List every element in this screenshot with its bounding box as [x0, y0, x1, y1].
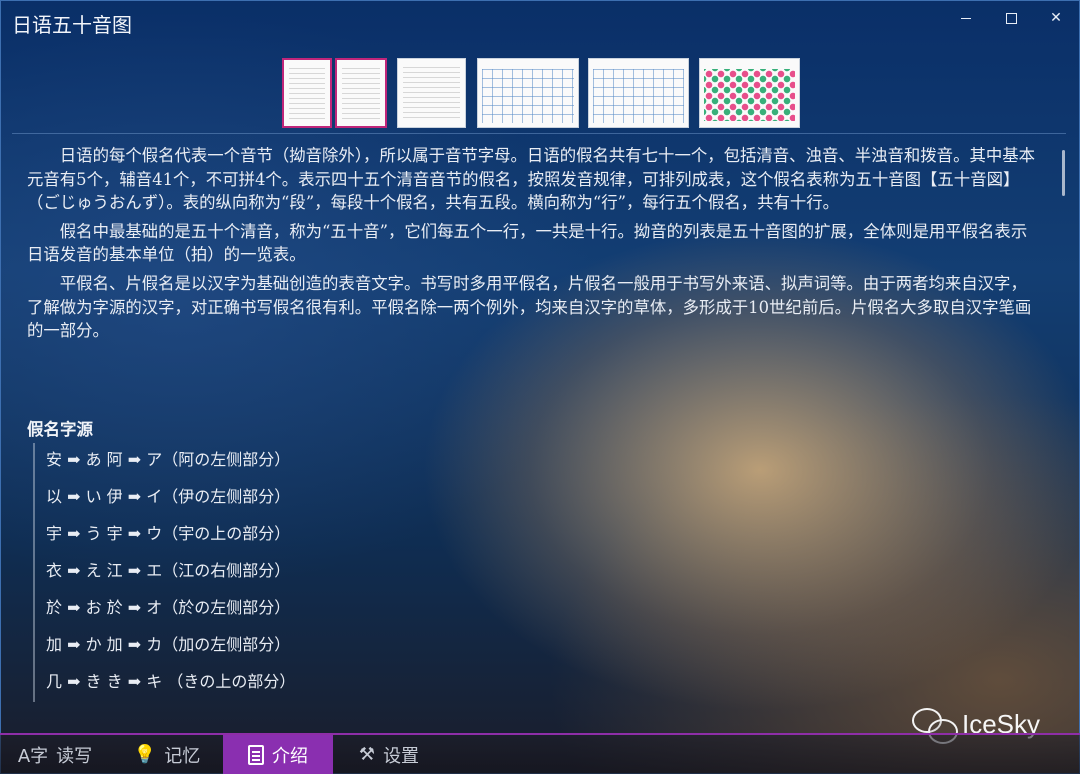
tab-label: 记忆 [164, 745, 201, 767]
tab-label: 设置 [383, 745, 420, 767]
origin-text: 安 ➡ あ 阿 ➡ ア（阿の左侧部分） [46, 450, 291, 469]
list-item: 安 ➡ あ 阿 ➡ ア（阿の左侧部分） [33, 443, 413, 480]
tools-icon: ⚒ [358, 744, 376, 765]
window-title: 日语五十音图 [12, 13, 132, 37]
thumbnail-3[interactable] [397, 58, 466, 128]
tab-memory[interactable]: 💡 记忆 [112, 735, 222, 774]
origin-text: 以 ➡ い 伊 ➡ イ（伊の左侧部分） [46, 487, 291, 506]
list-item: 於 ➡ お 於 ➡ オ（於の左侧部分） [33, 591, 413, 628]
minimize-icon [961, 17, 971, 19]
intro-paragraph-3: 平假名、片假名是以汉字为基础创造的表音文字。书写时多用平假名，片假名一般用于书写… [27, 273, 1032, 341]
origin-text: 於 ➡ お 於 ➡ オ（於の左侧部分） [46, 598, 291, 617]
origin-text: 衣 ➡ え 江 ➡ エ（江の右侧部分） [46, 561, 291, 580]
maximize-button[interactable] [989, 6, 1033, 30]
minimize-button[interactable] [944, 6, 988, 30]
list-item: 加 ➡ か 加 ➡ カ（加の左侧部分） [33, 628, 413, 665]
title-bar: 日语五十音图 ✕ [0, 0, 1080, 44]
bottom-tab-bar: A字 读写 💡 记忆 介绍 ⚒ 设置 [0, 735, 1080, 774]
origin-text: 几 ➡ き き ➡ キ （きの上の部分） [46, 672, 296, 691]
close-icon: ✕ [1050, 10, 1062, 26]
tab-label: 介绍 [272, 745, 308, 767]
list-item: 宇 ➡ う 宇 ➡ ウ（宇の上の部分） [33, 517, 413, 554]
origin-text: 加 ➡ か 加 ➡ カ（加の左侧部分） [46, 635, 291, 654]
thumbnail-5[interactable] [588, 58, 689, 128]
tab-settings[interactable]: ⚒ 设置 [334, 735, 444, 774]
origins-title: 假名字源 [27, 420, 93, 439]
tab-read-write[interactable]: A字 读写 [0, 735, 110, 774]
read-write-icon: A字 [17, 745, 49, 767]
intro-content: 日语的每个假名代表一个音节（拗音除外），所以属于音节字母。日语的假名共有七十一个… [27, 144, 1037, 348]
tab-introduction[interactable]: 介绍 [223, 735, 333, 774]
close-button[interactable]: ✕ [1034, 6, 1078, 30]
intro-paragraph-1: 日语的每个假名代表一个音节（拗音除外），所以属于音节字母。日语的假名共有七十一个… [27, 146, 1036, 213]
list-item: 衣 ➡ え 江 ➡ エ（江の右侧部分） [33, 554, 413, 591]
thumbnail-2[interactable] [335, 58, 387, 128]
intro-paragraph-2: 假名中最基础的是五十个清音，称为“五十音”，它们每五个一行，一共是十行。拗音的列… [27, 221, 1028, 265]
list-item: 以 ➡ い 伊 ➡ イ（伊の左侧部分） [33, 480, 413, 517]
tab-label: 读写 [56, 745, 93, 767]
origins-list: 安 ➡ あ 阿 ➡ ア（阿の左侧部分） 以 ➡ い 伊 ➡ イ（伊の左侧部分） … [33, 443, 413, 702]
origin-text: 宇 ➡ う 宇 ➡ ウ（宇の上の部分） [46, 524, 291, 543]
thumbnail-1[interactable] [282, 58, 332, 128]
maximize-icon [1005, 12, 1017, 24]
list-item: 几 ➡ き き ➡ キ （きの上の部分） [33, 665, 413, 702]
separator [12, 133, 1066, 134]
thumbnail-6[interactable] [699, 58, 800, 128]
document-icon [248, 744, 264, 765]
lightbulb-icon: 💡 [133, 744, 157, 765]
scrollbar-thumb[interactable] [1062, 150, 1065, 196]
thumbnail-4[interactable] [477, 58, 579, 128]
